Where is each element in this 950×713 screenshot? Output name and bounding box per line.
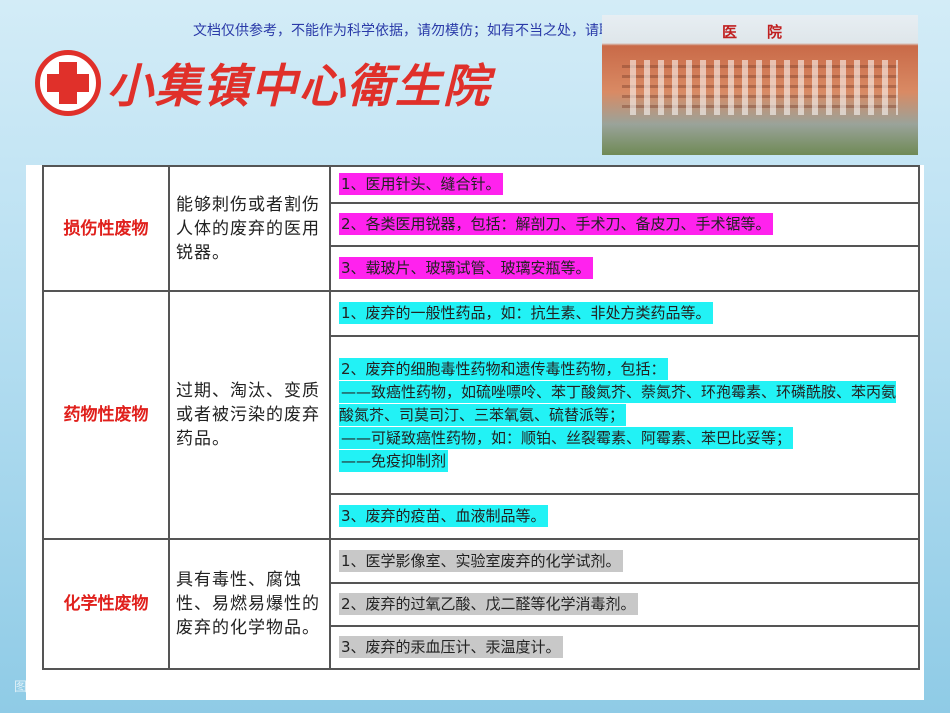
red-cross-icon — [35, 50, 101, 116]
item-text: ——致癌性药物，如硫唑嘌呤、苯丁酸氮芥、萘氮芥、环孢霉素、环磷酰胺、苯丙氨酸氮芥… — [339, 380, 897, 426]
item-cell: 1、废弃的一般性药品，如：抗生素、非处方类药品等。 — [329, 290, 920, 337]
item-text: 1、废弃的一般性药品，如：抗生素、非处方类药品等。 — [339, 302, 713, 324]
category-cell: 药物性废物 — [42, 290, 170, 540]
description-cell: 能够刺伤或者割伤人体的废弃的医用锐器。 — [168, 165, 331, 292]
item-cell: 3、废弃的汞血压计、汞温度计。 — [329, 625, 920, 670]
item-text: 3、废弃的汞血压计、汞温度计。 — [339, 636, 563, 658]
description-cell: 具有毒性、腐蚀性、易燃易爆性的废弃的化学物品。 — [168, 538, 331, 670]
item-text: 1、医用针头、缝合针。 — [339, 173, 503, 195]
item-text: 2、各类医用锐器，包括：解剖刀、手术刀、备皮刀、手术锯等。 — [339, 213, 773, 235]
item-cell: 2、废弃的过氧乙酸、戊二醛等化学消毒剂。 — [329, 582, 920, 627]
item-cell: 3、载玻片、玻璃试管、玻璃安瓶等。 — [329, 245, 920, 292]
item-text: 2、废弃的过氧乙酸、戊二醛等化学消毒剂。 — [339, 593, 638, 615]
description-cell: 过期、淘汰、变质或者被污染的废弃药品。 — [168, 290, 331, 540]
photo-sign: 医院 — [722, 23, 813, 41]
item-cell: 2、各类医用锐器，包括：解剖刀、手术刀、备皮刀、手术锯等。 — [329, 202, 920, 247]
item-text: ——可疑致癌性药物，如：顺铂、丝裂霉素、阿霉素、苯巴比妥等； — [339, 426, 794, 449]
item-cell: 3、废弃的疫苗、血液制品等。 — [329, 493, 920, 540]
table-row: 药物性废物 过期、淘汰、变质或者被污染的废弃药品。 1、废弃的一般性药品，如：抗生素… — [42, 290, 920, 540]
hospital-logo: 小集镇中心衛生院 — [35, 50, 491, 116]
logo-text: 小集镇中心衛生院 — [107, 59, 491, 113]
table-row: 化学性废物 具有毒性、腐蚀性、易燃易爆性的废弃的化学物品。 1、医学影像室、实验室废… — [42, 538, 920, 670]
slide-content: 损伤性废物 能够刺伤或者割伤人体的废弃的医用锐器。 1、医用针头、缝合针。 2、各类医… — [26, 165, 924, 700]
hospital-photo: 医院 — [602, 15, 918, 155]
item-cell: 1、医学影像室、实验室废弃的化学试剂。 — [329, 538, 920, 584]
category-cell: 化学性废物 — [42, 538, 170, 670]
item-text: 2、废弃的细胞毒性药物和遗传毒性药物，包括： — [339, 357, 668, 380]
item-text: 3、载玻片、玻璃试管、玻璃安瓶等。 — [339, 257, 593, 279]
item-text: 3、废弃的疫苗、血液制品等。 — [339, 505, 548, 527]
item-text: 1、医学影像室、实验室废弃的化学试剂。 — [339, 549, 623, 572]
category-cell: 损伤性废物 — [42, 165, 170, 292]
item-cell: 2、废弃的细胞毒性药物和遗传毒性药物，包括： ——致癌性药物，如硫唑嘌呤、苯丁酸氮… — [329, 335, 920, 495]
footer-mark: 图 — [14, 680, 28, 695]
item-cell: 1、医用针头、缝合针。 — [329, 165, 920, 204]
table-row: 损伤性废物 能够刺伤或者割伤人体的废弃的医用锐器。 1、医用针头、缝合针。 — [42, 165, 920, 292]
item-text: ——免疫抑制剂 — [339, 449, 449, 472]
waste-table: 损伤性废物 能够刺伤或者割伤人体的废弃的医用锐器。 1、医用针头、缝合针。 2、各类医… — [42, 165, 920, 670]
